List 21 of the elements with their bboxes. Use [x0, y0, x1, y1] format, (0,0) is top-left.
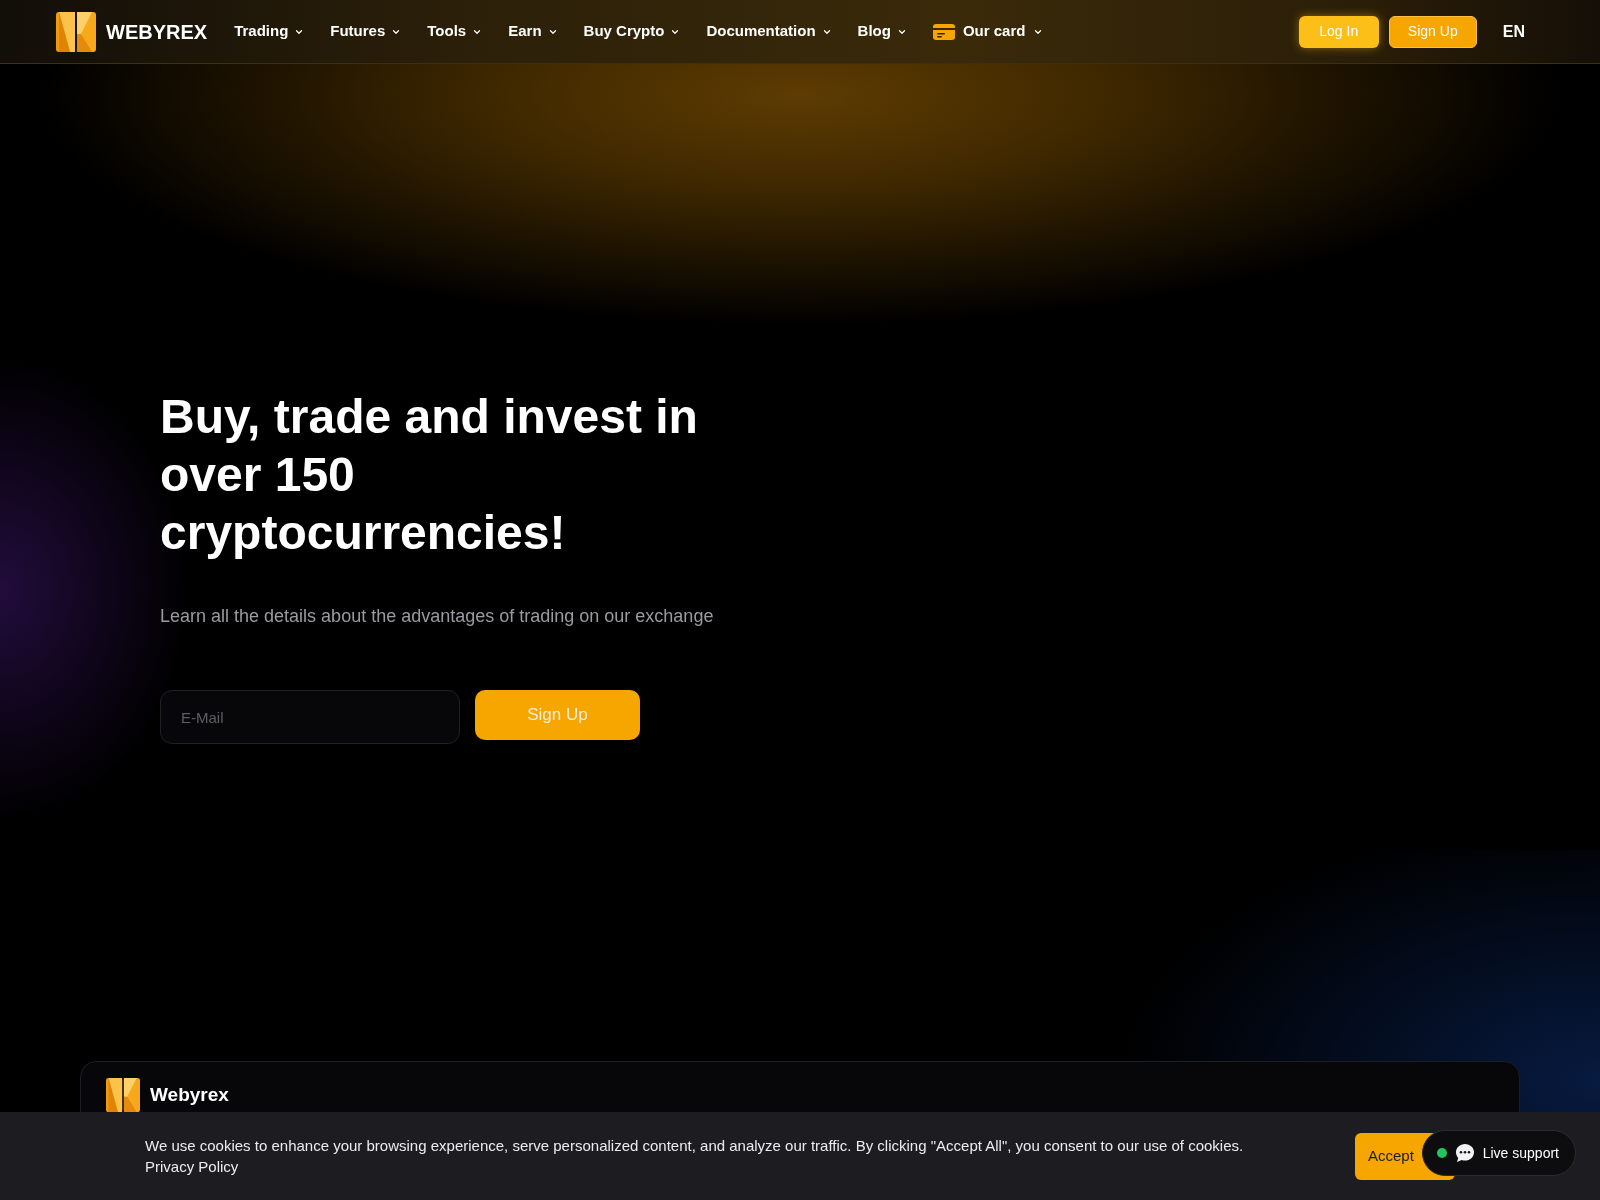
cookie-notice-text: We use cookies to enhance your browsing experience, serve personalized content, and analyze our traffic. By clicking "Accept All", you consent to our use of cookies.	[145, 1136, 1244, 1156]
nav-menu-item[interactable]: Our card	[932, 20, 1044, 43]
nav-menu-item[interactable]: Trading	[234, 20, 305, 43]
logo-icon	[106, 1078, 140, 1112]
nav-menu-item[interactable]: Earn	[508, 20, 558, 43]
card-brand-name: Webyrex	[150, 1083, 229, 1107]
hero-subtitle: Learn all the details about the advantages of trading on our exchange	[160, 605, 714, 628]
chat-bubble-icon	[1454, 1143, 1475, 1163]
nav-menu-item[interactable]: Documentation	[706, 20, 832, 43]
live-support-button[interactable]: Live support	[1421, 1130, 1576, 1176]
nav-menu-item[interactable]: Buy Crypto	[583, 20, 681, 43]
hero-heading: Buy, trade and invest in over 150 cryptocurrencies!	[160, 389, 699, 561]
logo-icon	[56, 11, 96, 52]
language-selector[interactable]: EN	[1502, 19, 1525, 44]
nav-menu-item[interactable]: Tools	[427, 20, 483, 43]
brand-name: WEBYREX	[106, 19, 208, 45]
nav-menu-item[interactable]: Blog	[857, 20, 907, 43]
nav-menu-item[interactable]: Futures	[330, 20, 402, 43]
privacy-policy-link[interactable]: Privacy Policy	[145, 1156, 239, 1177]
credit-card-icon	[932, 23, 955, 40]
email-field[interactable]: E-Mail	[160, 690, 460, 744]
